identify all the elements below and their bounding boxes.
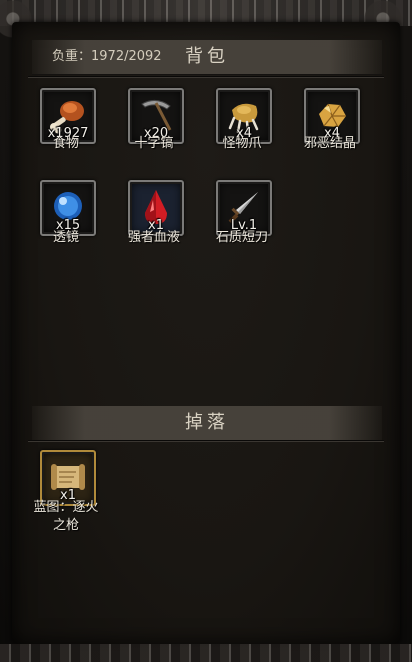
item-name: 强者血液	[127, 230, 180, 245]
item-name: 怪物爪	[222, 136, 262, 151]
inventory-panel: 负重：1972/2092 背包 x1927 食物 x20 十字镐 x4 怪物爪 …	[12, 22, 400, 644]
drops-divider	[28, 440, 384, 441]
item-name: 透镜	[52, 230, 79, 245]
item-name: 石质短刀	[215, 230, 268, 245]
drops-title: 掉落	[185, 412, 229, 433]
item-name: 邪恶结晶	[303, 136, 356, 151]
item-name: 十字镐	[134, 136, 174, 151]
game-frame: 负重：1972/2092 背包 x1927 食物 x20 十字镐 x4 怪物爪 …	[0, 0, 412, 662]
item-slot-blade[interactable]: Lv.1	[216, 180, 272, 236]
item-name-line1: 蓝图：逐火	[33, 500, 99, 515]
backpack-divider	[28, 76, 384, 77]
item-slot-blood[interactable]: x1	[128, 180, 184, 236]
item-slot-blueprint[interactable]: x1	[40, 450, 96, 506]
backpack-title: 背包	[185, 46, 229, 67]
item-name-line2: 之枪	[52, 518, 79, 533]
item-name: 食物	[52, 136, 79, 151]
item-slot-lens[interactable]: x15	[40, 180, 96, 236]
backpack-header: 负重：1972/2092 背包	[32, 40, 382, 75]
drops-header: 掉落	[32, 406, 382, 441]
